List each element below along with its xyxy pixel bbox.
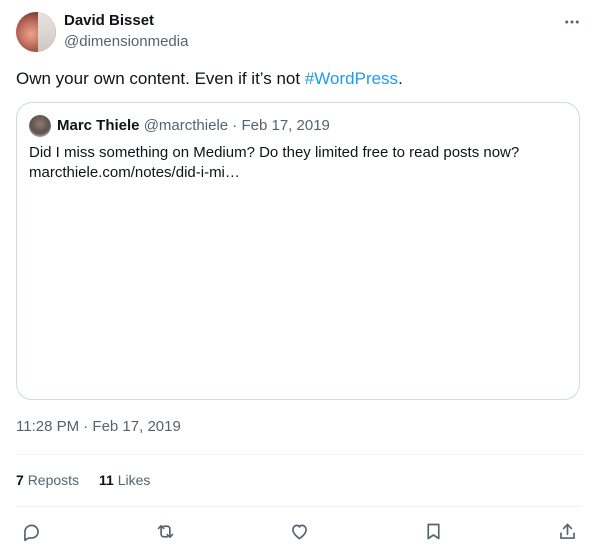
hashtag-link[interactable]: #WordPress: [305, 69, 398, 88]
reply-icon[interactable]: [16, 516, 46, 546]
tweet-text: Own your own content. Even if it’s not #…: [16, 68, 403, 90]
like-icon[interactable]: [284, 516, 314, 546]
share-icon[interactable]: [552, 516, 582, 546]
quoted-text-link[interactable]: marcthiele.com/notes/did-i-mi…: [29, 163, 569, 183]
repost-icon[interactable]: [150, 516, 180, 546]
likes-count: 11: [99, 472, 114, 488]
likes-stat[interactable]: 11 Likes: [99, 472, 150, 488]
divider-bottom: [16, 506, 582, 507]
author-handle[interactable]: @dimensionmedia: [64, 33, 188, 50]
quoted-avatar[interactable]: [29, 115, 51, 137]
quoted-author-handle[interactable]: @marcthiele: [144, 117, 228, 134]
author-name[interactable]: David Bisset: [64, 12, 154, 29]
action-bar: [0, 516, 598, 546]
author-avatar[interactable]: [16, 12, 56, 52]
quoted-text-line1: Did I miss something on Medium? Do they …: [29, 144, 520, 161]
quoted-tweet[interactable]: Marc Thiele @marcthiele · Feb 17, 2019 D…: [16, 102, 580, 400]
quoted-separator: ·: [228, 117, 242, 134]
likes-label: Likes: [117, 472, 151, 488]
tweet-text-after: .: [398, 69, 403, 88]
more-icon[interactable]: [562, 12, 582, 32]
quoted-author-name[interactable]: Marc Thiele: [57, 117, 140, 134]
tweet-timestamp[interactable]: 11:28 PM · Feb 17, 2019: [16, 418, 181, 435]
reposts-label: Reposts: [27, 472, 80, 488]
quoted-header: Marc Thiele @marcthiele · Feb 17, 2019: [57, 117, 330, 134]
quoted-date[interactable]: Feb 17, 2019: [241, 117, 329, 134]
reposts-stat[interactable]: 7 Reposts: [16, 472, 79, 488]
engagement-stats: 7 Reposts 11 Likes: [16, 472, 150, 488]
quoted-text: Did I miss something on Medium? Do they …: [29, 143, 569, 183]
divider-top: [16, 454, 582, 455]
bookmark-icon[interactable]: [418, 516, 448, 546]
reposts-count: 7: [16, 472, 24, 488]
tweet-text-before: Own your own content. Even if it’s not: [16, 69, 305, 88]
